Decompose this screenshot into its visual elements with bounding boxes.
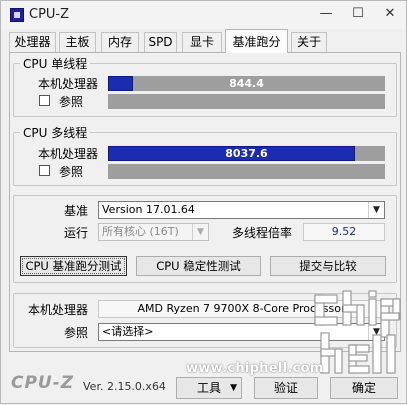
tab-about[interactable]: 关于 [291,32,327,52]
tools-label: 工具 [196,381,221,395]
tools-dropdown-button[interactable]: 工具 ▼ [176,377,242,399]
multi-thread-title: CPU 多线程 [20,124,91,141]
multi-this-cpu-bar: 8037.6 [108,146,385,161]
ratio-label: 多线程倍率 [232,226,293,240]
single-thread-group: CPU 单线程 本机处理器 844.4 参照 [13,55,397,117]
tab-processor[interactable]: 处理器 [9,32,56,52]
maximize-button[interactable]: ☐ [346,4,370,24]
minimize-button[interactable]: — [314,4,338,24]
chevron-down-icon: ▼ [230,383,237,393]
validate-button[interactable]: 验证 [254,377,318,399]
reference-cpu-select[interactable]: <请选择> ▼ [98,323,385,341]
bottom-this-cpu-value: AMD Ryzen 7 9700X 8-Core Processor [98,300,385,318]
multi-reference-checkbox[interactable] [39,165,50,176]
threads-label: 运行 [64,226,89,240]
version-text: Ver. 2.15.0.x64 [83,380,166,393]
bottom-this-cpu-label: 本机处理器 [28,303,89,317]
single-this-cpu-label: 本机处理器 [38,77,99,91]
cpuz-window: CPU-Z — ☐ ✕ 处理器 主板 内存 SPD 显卡 基准跑分 关于 CPU… [0,0,407,404]
benchmark-version-value: Version 17.01.64 [102,203,195,216]
ok-button[interactable]: 确定 [330,377,398,399]
single-this-cpu-bar: 844.4 [108,76,385,91]
ratio-value: 9.52 [303,223,385,241]
benchmark-label: 基准 [64,204,89,218]
chevron-down-icon: ▼ [368,202,384,218]
multi-this-cpu-label: 本机处理器 [38,147,99,161]
single-thread-title: CPU 单线程 [20,55,91,72]
single-reference-label: 参照 [59,95,84,109]
benchmark-version-select[interactable]: Version 17.01.64 ▼ [98,201,385,219]
footer-bar: CPU-Z Ver. 2.15.0.x64 工具 ▼ 验证 确定 [1,371,406,405]
multi-thread-group: CPU 多线程 本机处理器 8037.6 参照 [13,124,397,186]
multi-reference-bar [108,164,385,179]
tab-memory[interactable]: 内存 [101,32,139,52]
bottom-reference-label: 参照 [64,326,89,340]
threads-select[interactable]: 所有核心 (16T) ▼ [98,223,209,241]
window-title: CPU-Z [29,7,70,22]
threads-value: 所有核心 (16T) [102,225,179,238]
single-reference-bar [108,94,385,109]
close-button[interactable]: ✕ [378,4,402,24]
cpuz-logo: CPU-Z [11,373,75,393]
multi-this-cpu-score: 8037.6 [225,147,268,160]
chevron-down-icon: ▼ [192,224,208,240]
tab-bench[interactable]: 基准跑分 [225,29,288,53]
processor-group: 本机处理器 AMD Ryzen 7 9700X 8-Core Processor… [13,293,397,348]
bench-cpu-button[interactable]: CPU 基准跑分测试 [20,256,127,276]
tab-graphics[interactable]: 显卡 [182,32,222,52]
chevron-down-icon: ▼ [368,324,384,340]
bench-panel: CPU 单线程 本机处理器 844.4 参照 CPU 多线程 本机处理器 803… [9,52,401,352]
tab-strip: 处理器 主板 内存 SPD 显卡 基准跑分 关于 [9,29,401,53]
reference-cpu-value: <请选择> [102,325,154,338]
multi-reference-label: 参照 [59,165,84,179]
submit-compare-button[interactable]: 提交与比较 [270,256,386,276]
stress-cpu-button[interactable]: CPU 稳定性测试 [136,256,261,276]
title-bar: CPU-Z — ☐ ✕ [1,1,406,29]
tab-mainboard[interactable]: 主板 [59,32,96,52]
cpuz-app-icon [10,8,24,22]
single-this-cpu-score: 844.4 [229,77,264,90]
settings-group: 基准 Version 17.01.64 ▼ 运行 所有核心 (16T) ▼ 多线… [13,195,397,283]
single-reference-checkbox[interactable] [39,95,50,106]
tab-spd[interactable]: SPD [144,32,177,52]
